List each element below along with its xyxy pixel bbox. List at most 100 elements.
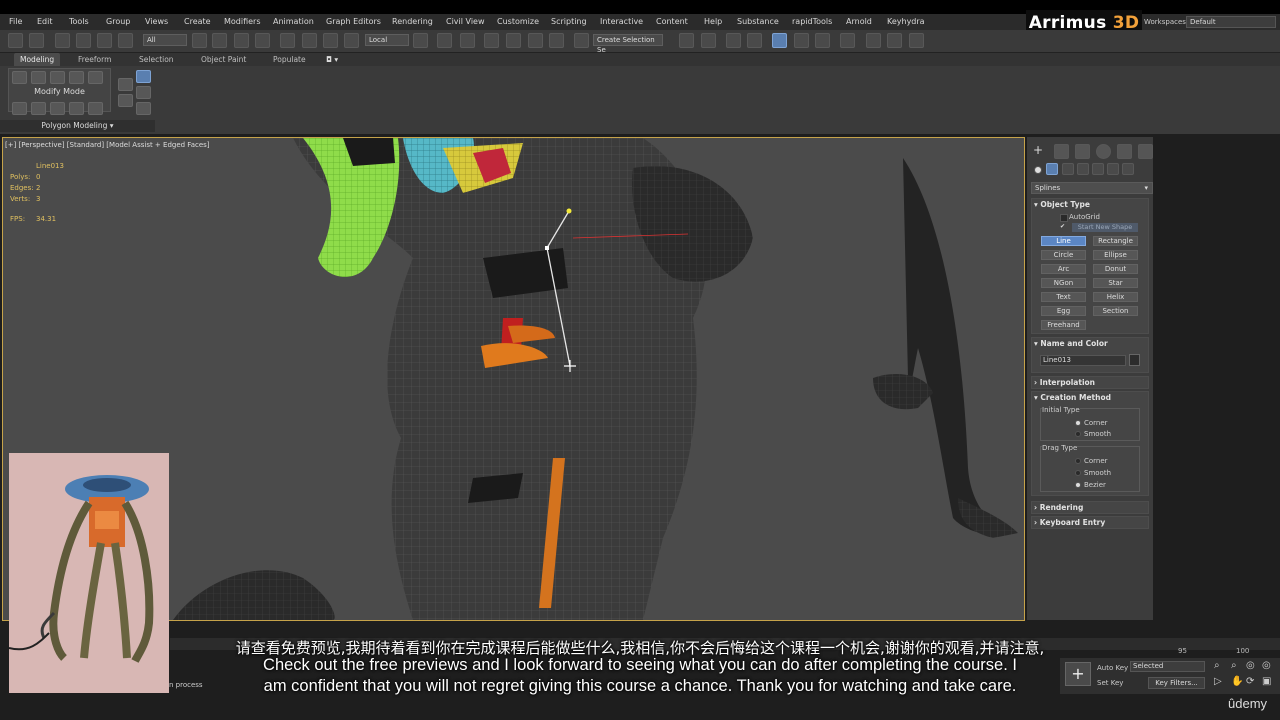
arc-button[interactable]: Arc: [1041, 264, 1086, 274]
window-crossing-icon[interactable]: [255, 33, 270, 48]
creation-method-header[interactable]: ▾ Creation Method: [1034, 393, 1111, 402]
menu-rendering[interactable]: Rendering: [392, 17, 433, 26]
undo-icon[interactable]: [8, 33, 23, 48]
reference-coordinate-dropdown[interactable]: Local: [365, 34, 409, 46]
circle-button[interactable]: Circle: [1041, 250, 1086, 260]
render-setup-icon[interactable]: [866, 33, 881, 48]
modifier-stack-icon-3[interactable]: [50, 102, 65, 115]
named-selection-set-dropdown[interactable]: Create Selection Se: [593, 34, 663, 54]
freehand-button[interactable]: Freehand: [1041, 320, 1086, 330]
menu-scripting[interactable]: Scripting: [551, 17, 587, 26]
rendering-header[interactable]: › Rendering: [1034, 503, 1083, 512]
start-new-shape-button[interactable]: Start New Shape: [1072, 223, 1138, 232]
object-name-field[interactable]: Line013: [1040, 355, 1126, 366]
initial-corner-radio[interactable]: [1075, 420, 1081, 426]
pivot-center-icon[interactable]: [413, 33, 428, 48]
select-by-name-icon[interactable]: [212, 33, 227, 48]
tab-object-paint[interactable]: Object Paint: [201, 55, 246, 64]
donut-button[interactable]: Donut: [1093, 264, 1138, 274]
tab-modeling[interactable]: Modeling: [14, 53, 61, 66]
workspaces-dropdown[interactable]: Default: [1186, 16, 1276, 28]
menu-help[interactable]: Help: [704, 17, 722, 26]
geometry-category-icon[interactable]: [1034, 166, 1042, 174]
viewport-label[interactable]: [+] [Perspective] [Standard] [Model Assi…: [5, 141, 210, 149]
scene-explorer-icon[interactable]: [726, 33, 741, 48]
ribbon-side-icon-2[interactable]: [118, 94, 133, 107]
menu-graph-editors[interactable]: Graph Editors: [326, 17, 381, 26]
cameras-category-icon[interactable]: [1077, 163, 1089, 175]
place-icon[interactable]: [344, 33, 359, 48]
menu-group[interactable]: Group: [106, 17, 130, 26]
border-mode-icon[interactable]: [50, 71, 65, 84]
element-mode-icon[interactable]: [88, 71, 103, 84]
modifier-stack-icon-1[interactable]: [12, 102, 27, 115]
redo-icon[interactable]: [29, 33, 44, 48]
autogrid-checkbox[interactable]: [1060, 214, 1068, 222]
menu-content[interactable]: Content: [656, 17, 688, 26]
modifier-stack-icon-4[interactable]: [69, 102, 84, 115]
hierarchy-tab-icon[interactable]: [1075, 144, 1090, 159]
star-button[interactable]: Star: [1093, 278, 1138, 288]
ribbon-side-icon-5[interactable]: [136, 102, 151, 115]
helix-button[interactable]: Helix: [1093, 292, 1138, 302]
bind-space-warp-icon[interactable]: [97, 33, 112, 48]
interpolation-header[interactable]: › Interpolation: [1034, 378, 1095, 387]
keyboard-shortcut-icon[interactable]: [460, 33, 475, 48]
menu-arnold[interactable]: Arnold: [846, 17, 872, 26]
egg-button[interactable]: Egg: [1041, 306, 1086, 316]
drag-bezier-radio[interactable]: [1075, 482, 1081, 488]
move-icon[interactable]: [280, 33, 295, 48]
align-icon[interactable]: [701, 33, 716, 48]
ngon-button[interactable]: NGon: [1041, 278, 1086, 288]
snaps-toggle-icon[interactable]: [484, 33, 499, 48]
systems-category-icon[interactable]: [1122, 163, 1134, 175]
drag-corner-radio[interactable]: [1075, 458, 1081, 464]
ribbon-options-icon[interactable]: ◘ ▾: [326, 55, 338, 64]
utilities-wrench-icon[interactable]: [1138, 144, 1153, 159]
modifier-stack-icon-2[interactable]: [31, 102, 46, 115]
drag-smooth-radio[interactable]: [1075, 470, 1081, 476]
object-type-header[interactable]: ▾ Object Type: [1034, 200, 1090, 209]
menu-keyhydra[interactable]: Keyhydra: [887, 17, 925, 26]
mirror-icon[interactable]: [679, 33, 694, 48]
scale-icon[interactable]: [323, 33, 338, 48]
spacewarps-category-icon[interactable]: [1107, 163, 1119, 175]
shapes-category-icon[interactable]: [1046, 163, 1058, 175]
name-color-header[interactable]: ▾ Name and Color: [1034, 339, 1108, 348]
modifier-stack-icon-5[interactable]: [88, 102, 103, 115]
rotate-icon[interactable]: [302, 33, 317, 48]
render-frame-icon[interactable]: [118, 33, 133, 48]
spinner-snap-icon[interactable]: [549, 33, 564, 48]
menu-edit[interactable]: Edit: [37, 17, 53, 26]
edit-named-selection-icon[interactable]: [574, 33, 589, 48]
curve-editor-icon[interactable]: [794, 33, 809, 48]
percent-snap-icon[interactable]: [528, 33, 543, 48]
select-object-icon[interactable]: [192, 33, 207, 48]
menu-customize[interactable]: Customize: [497, 17, 539, 26]
initial-smooth-radio[interactable]: [1075, 431, 1081, 437]
text-button[interactable]: Text: [1041, 292, 1086, 302]
ribbon-toggle-icon[interactable]: [772, 33, 787, 48]
display-tab-icon[interactable]: [1117, 144, 1132, 159]
rectangular-selection-icon[interactable]: [234, 33, 249, 48]
menu-substance[interactable]: Substance: [737, 17, 779, 26]
start-new-shape-checkbox[interactable]: ✔: [1060, 224, 1066, 230]
vertex-mode-icon[interactable]: [12, 71, 27, 84]
angle-snap-icon[interactable]: [506, 33, 521, 48]
section-button[interactable]: Section: [1093, 306, 1138, 316]
create-tab-icon[interactable]: +: [1033, 144, 1048, 159]
motion-tab-icon[interactable]: [1096, 144, 1111, 159]
material-editor-icon[interactable]: [840, 33, 855, 48]
menu-modifiers[interactable]: Modifiers: [224, 17, 261, 26]
edge-mode-icon[interactable]: [31, 71, 46, 84]
ellipse-button[interactable]: Ellipse: [1093, 250, 1138, 260]
menu-civil-view[interactable]: Civil View: [446, 17, 485, 26]
menu-tools[interactable]: Tools: [69, 17, 89, 26]
modify-tab-icon[interactable]: [1054, 144, 1069, 159]
tab-populate[interactable]: Populate: [273, 55, 306, 64]
rectangle-button[interactable]: Rectangle: [1093, 236, 1138, 246]
ribbon-side-icon-1[interactable]: [118, 78, 133, 91]
menu-views[interactable]: Views: [145, 17, 168, 26]
helpers-category-icon[interactable]: [1092, 163, 1104, 175]
schematic-view-icon[interactable]: [815, 33, 830, 48]
